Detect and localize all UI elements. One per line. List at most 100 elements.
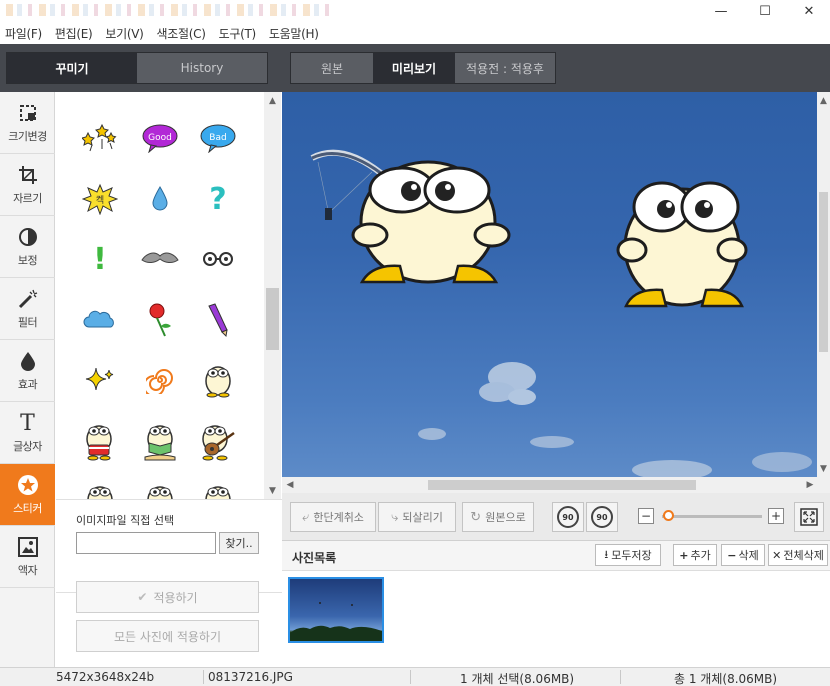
close-button[interactable]: ✕ — [786, 0, 830, 22]
tool-filter[interactable]: 필터 — [0, 278, 55, 340]
zoom-in-button[interactable]: + — [768, 508, 784, 524]
rose-sticker-icon[interactable] — [140, 300, 180, 340]
burst-sticker-icon[interactable]: 켁 — [80, 179, 120, 219]
minimize-button[interactable]: — — [698, 0, 744, 22]
delete-all-button[interactable]: ✕ 전체삭제 — [768, 544, 828, 566]
photo-thumbnail[interactable] — [288, 577, 384, 643]
text-icon: T — [20, 410, 35, 436]
tool-adjust[interactable]: 보정 — [0, 216, 55, 278]
contrast-icon — [16, 225, 40, 249]
status-total: 총 1 개체(8.06MB) — [674, 672, 778, 686]
canvas-vscroll-thumb[interactable] — [819, 192, 828, 352]
glasses-sticker-icon[interactable] — [198, 239, 238, 279]
water-drop-sticker-icon[interactable] — [140, 179, 180, 219]
chevron-down-icon[interactable]: ▼ — [817, 460, 830, 477]
sticker-gallery: Good Bad 켁 ? ! — [56, 92, 282, 499]
menu-tools[interactable]: 도구(T) — [219, 25, 257, 42]
tab-compare[interactable]: 적용전 : 적용후 — [455, 53, 555, 83]
apply-button-label: 적용하기 — [153, 590, 198, 605]
image-canvas[interactable] — [282, 92, 817, 477]
zoom-slider-track[interactable] — [662, 515, 762, 518]
chevron-down-icon[interactable]: ▼ — [264, 482, 281, 499]
apply-all-button[interactable]: 모든 사진에 적용하기 — [76, 620, 259, 652]
file-select-panel: 이미지파일 직접 선택 찾기.. ✔ 적용하기 모든 사진에 적용하기 — [56, 499, 282, 667]
tool-resize[interactable]: 크기변경 — [0, 92, 55, 154]
refresh-icon: ↻ — [470, 509, 482, 525]
exclamation-sticker-icon[interactable]: ! — [80, 239, 120, 279]
pencil-sticker-icon[interactable] — [198, 300, 238, 340]
chevron-up-icon[interactable]: ▲ — [817, 92, 830, 109]
close-icon: ✕ — [803, 3, 815, 19]
save-all-button[interactable]: ⭳ 모두저장 — [595, 544, 661, 566]
mustache-sticker-icon[interactable] — [140, 239, 180, 279]
rotate-right-button[interactable]: 90 — [586, 502, 618, 532]
thumbnail-image — [290, 602, 382, 641]
redo-button[interactable]: ⤷ 되살리기 — [378, 502, 456, 532]
zoom-slider-handle[interactable] — [663, 510, 674, 521]
rotate-left-button[interactable]: 90 — [552, 502, 584, 532]
tab-history[interactable]: History — [137, 53, 267, 83]
maximize-button[interactable]: ☐ — [742, 0, 788, 22]
chevron-up-icon[interactable]: ▲ — [264, 92, 281, 109]
photo-list-header: 사진목록 ⭳ 모두저장 + 추가 − 삭제 ✕ 전체삭제 — [282, 541, 830, 571]
tool-textbox[interactable]: T 글상자 — [0, 402, 55, 464]
file-path-input[interactable] — [76, 532, 216, 554]
browse-button[interactable]: 찾기.. — [219, 532, 259, 554]
tab-preview[interactable]: 미리보기 — [373, 53, 455, 83]
tool-sticker[interactable]: 스티커 — [0, 464, 55, 526]
character-partial-sticker-icon[interactable] — [198, 482, 238, 499]
restore-original-button[interactable]: ↻ 원본으로 — [462, 502, 534, 532]
photo-list — [282, 571, 830, 667]
fit-screen-button[interactable] — [794, 502, 824, 532]
sparkle-sticker-icon[interactable] — [80, 360, 120, 400]
rotate-right-icon: 90 — [591, 506, 613, 528]
tab-original[interactable]: 원본 — [291, 53, 373, 83]
menu-help[interactable]: 도움말(H) — [269, 25, 319, 42]
spiral-sticker-icon[interactable] — [140, 360, 180, 400]
photo-list-title: 사진목록 — [292, 551, 337, 565]
tool-frame-label: 액자 — [17, 564, 38, 577]
sticker-scroll-thumb[interactable] — [266, 288, 279, 350]
zoom-out-button[interactable]: − — [638, 508, 654, 524]
bad-bubble-text: Bad — [209, 133, 226, 143]
bad-bubble-sticker-icon[interactable]: Bad — [198, 118, 238, 158]
stars-sticker-icon[interactable] — [80, 118, 120, 158]
preview-photo — [310, 149, 812, 477]
tool-effect[interactable]: 효과 — [0, 340, 55, 402]
delete-photo-button[interactable]: − 삭제 — [721, 544, 765, 566]
tool-crop[interactable]: 자르기 — [0, 154, 55, 216]
magic-wand-icon — [16, 287, 40, 311]
chevron-left-icon[interactable]: ◀ — [282, 477, 298, 493]
chevron-right-icon[interactable]: ▶ — [802, 477, 818, 493]
add-photo-button[interactable]: + 추가 — [673, 544, 717, 566]
undo-button[interactable]: ⤶ 한단계취소 — [290, 502, 376, 532]
tool-adjust-label: 보정 — [17, 254, 38, 267]
plus-icon: + — [679, 548, 689, 562]
menu-view[interactable]: 보기(V) — [105, 25, 143, 42]
character-guitar-sticker-icon[interactable] — [198, 421, 238, 461]
good-bubble-sticker-icon[interactable]: Good — [140, 118, 180, 158]
panel-tab-group: 꾸미기 History — [6, 52, 268, 84]
apply-button[interactable]: ✔ 적용하기 — [76, 581, 259, 613]
character-partial-sticker-icon[interactable] — [140, 482, 180, 499]
canvas-hscroll-thumb[interactable] — [428, 480, 696, 490]
undo-arrow-icon: ⤶ — [302, 509, 310, 525]
cloud-sticker-icon[interactable] — [80, 300, 120, 340]
canvas-vertical-scrollbar[interactable]: ▲ ▼ — [817, 92, 830, 477]
question-mark-sticker-icon[interactable]: ? — [198, 179, 238, 219]
title-bar: — ☐ ✕ — [0, 0, 830, 22]
menu-color[interactable]: 색조절(C) — [157, 25, 206, 42]
character-partial-sticker-icon[interactable] — [80, 482, 120, 499]
sticker-scrollbar[interactable]: ▲ ▼ — [264, 92, 281, 499]
character-sticker-icon[interactable] — [198, 360, 238, 400]
character-cake-sticker-icon[interactable] — [80, 421, 120, 461]
tool-frame[interactable]: 액자 — [0, 526, 55, 588]
canvas-horizontal-scrollbar[interactable]: ◀ ▶ — [282, 477, 830, 493]
character-book-sticker-icon[interactable] — [140, 421, 180, 461]
menu-file[interactable]: 파일(F) — [5, 25, 42, 42]
status-filename: 08137216.JPG — [208, 670, 293, 684]
tool-filter-label: 필터 — [17, 316, 38, 329]
menu-edit[interactable]: 편집(E) — [55, 25, 93, 42]
status-selection: 1 개체 선택(8.06MB) — [460, 672, 575, 686]
tab-decorate[interactable]: 꾸미기 — [7, 53, 137, 83]
